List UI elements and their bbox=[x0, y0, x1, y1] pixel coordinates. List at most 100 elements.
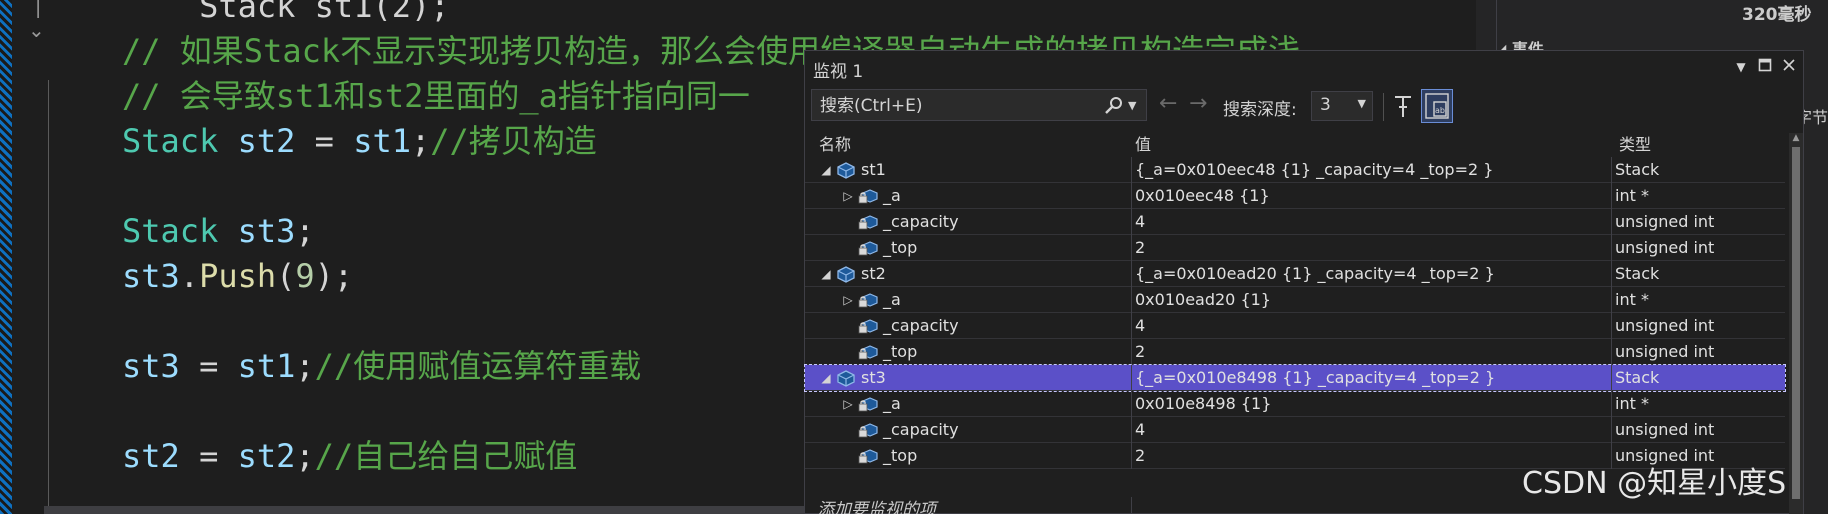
watch-value-cell[interactable]: 0x010e8498 {1} bbox=[1135, 391, 1611, 417]
expand-icon[interactable]: ▷ bbox=[841, 391, 855, 417]
horizontal-scrollbar[interactable] bbox=[44, 506, 804, 514]
watch-value-cell[interactable]: {_a=0x010ead20 {1} _capacity=4 _top=2 } bbox=[1135, 261, 1611, 287]
chevron-down-icon[interactable]: ▼ bbox=[1128, 94, 1144, 118]
watch-row[interactable]: _capacity 4 unsigned int bbox=[805, 209, 1785, 235]
private-field-icon bbox=[857, 394, 879, 414]
arrow-right-icon[interactable]: → bbox=[1189, 91, 1207, 116]
code-line[interactable]: // 会导致st1和st2里面的_a指针指向同一 bbox=[122, 76, 750, 116]
search-depth-select[interactable]: 3 ▼ bbox=[1311, 91, 1373, 121]
code-token: st1 bbox=[237, 347, 296, 385]
column-header-name[interactable]: 名称 bbox=[819, 133, 851, 157]
expand-icon[interactable]: ▷ bbox=[841, 183, 855, 209]
arrow-left-icon[interactable]: ← bbox=[1159, 91, 1177, 116]
column-header-value[interactable]: 值 bbox=[1135, 133, 1151, 157]
watch-row[interactable]: _top 2 unsigned int bbox=[805, 235, 1785, 261]
collapse-icon[interactable]: ◢ bbox=[819, 365, 833, 391]
watch-name-cell[interactable]: ▷ _a bbox=[805, 183, 1131, 209]
window-menu-button[interactable]: ▼ bbox=[1729, 55, 1753, 79]
watch-name-cell[interactable]: ◢ st2 bbox=[805, 261, 1131, 287]
watch-row[interactable]: ◢ st3 {_a=0x010e8498 {1} _capacity=4 _top=… bbox=[804, 364, 1786, 392]
vertical-scrollbar[interactable]: ▲ bbox=[1789, 133, 1803, 514]
search-input[interactable] bbox=[820, 94, 1090, 118]
code-token: Stack bbox=[122, 122, 219, 160]
scroll-thumb[interactable] bbox=[1792, 147, 1800, 499]
watch-name-cell[interactable]: _capacity bbox=[805, 209, 1131, 235]
watch-value-cell[interactable]: 4 bbox=[1135, 313, 1611, 339]
watch-name: st2 bbox=[861, 264, 886, 283]
hex-display-button[interactable]: ab bbox=[1421, 89, 1453, 123]
watch-value-cell[interactable]: 4 bbox=[1135, 417, 1611, 443]
watch-grid: 名称 值 类型 ◢ st1 {_a=0x010eec48 {1} _capacity… bbox=[804, 133, 1786, 514]
watch-value-cell[interactable]: 2 bbox=[1135, 339, 1611, 365]
watch-name-cell[interactable]: _capacity bbox=[805, 313, 1131, 339]
watch-name-cell[interactable]: _top bbox=[805, 443, 1131, 469]
watch-value-cell[interactable]: 0x010ead20 {1} bbox=[1135, 287, 1611, 313]
code-token: = bbox=[179, 437, 238, 475]
column-divider bbox=[1131, 391, 1132, 417]
search-depth-value: 3 bbox=[1320, 95, 1331, 115]
watch-name-cell[interactable]: ▷ _a bbox=[805, 287, 1131, 313]
code-token: //拷贝构造 bbox=[430, 122, 597, 160]
pin-icon[interactable] bbox=[1391, 93, 1415, 121]
watch-type-cell: unsigned int bbox=[1615, 212, 1715, 231]
code-line[interactable]: Stack st3; bbox=[122, 211, 315, 251]
watch-value-cell[interactable]: {_a=0x010e8498 {1} _capacity=4 _top=2 } bbox=[1135, 365, 1611, 391]
code-token: st2 bbox=[237, 437, 296, 475]
close-button[interactable] bbox=[1777, 55, 1801, 79]
code-token: st1 bbox=[353, 122, 411, 160]
watch-row[interactable]: ▷ _a 0x010e8498 {1} int * bbox=[805, 391, 1785, 417]
expand-icon[interactable]: ▷ bbox=[841, 287, 855, 313]
code-line[interactable]: st2 = st2;//自己给自己赋值 bbox=[122, 436, 577, 476]
collapse-icon[interactable]: ◢ bbox=[819, 157, 833, 183]
watch-row[interactable]: ▷ _a 0x010ead20 {1} int * bbox=[805, 287, 1785, 313]
column-divider bbox=[1131, 339, 1132, 365]
svg-text:ab: ab bbox=[1435, 106, 1445, 115]
watch-type-cell: unsigned int bbox=[1615, 316, 1715, 335]
watch-name-cell[interactable]: ◢ st1 bbox=[805, 157, 1131, 183]
maximize-button[interactable] bbox=[1753, 55, 1777, 79]
watch-name-cell[interactable]: ◢ st3 bbox=[805, 365, 1131, 391]
code-line[interactable]: st3.Push(9); bbox=[122, 256, 353, 296]
column-divider bbox=[1131, 365, 1132, 391]
watch-row[interactable]: _capacity 4 unsigned int bbox=[805, 417, 1785, 443]
watch-name-cell[interactable]: _top bbox=[805, 235, 1131, 261]
column-divider bbox=[1611, 287, 1612, 313]
scroll-up-icon[interactable]: ▲ bbox=[1790, 133, 1802, 143]
search-icon[interactable] bbox=[1102, 94, 1126, 118]
watch-row[interactable]: _capacity 4 unsigned int bbox=[805, 313, 1785, 339]
chevron-down-icon[interactable]: ⌄ bbox=[28, 18, 45, 42]
watch-value-cell[interactable]: 2 bbox=[1135, 235, 1611, 261]
watch-row[interactable]: ◢ st1 {_a=0x010eec48 {1} _capacity=4 _top=… bbox=[805, 157, 1785, 183]
code-token: ; bbox=[410, 122, 431, 160]
code-token: // 会导致st1和st2里面的_a指针指向同一 bbox=[122, 77, 750, 115]
private-field-icon bbox=[857, 420, 879, 440]
maximize-icon bbox=[1758, 58, 1772, 72]
search-box[interactable]: ▼ bbox=[811, 89, 1147, 121]
watch-name-cell[interactable]: _capacity bbox=[805, 417, 1131, 443]
object-icon bbox=[835, 160, 857, 180]
code-token: Stack bbox=[122, 212, 219, 250]
collapse-icon[interactable]: ◢ bbox=[819, 261, 833, 287]
watch-name-cell[interactable]: ▷ _a bbox=[805, 391, 1131, 417]
private-field-icon bbox=[857, 290, 879, 310]
private-field-icon bbox=[857, 212, 879, 232]
column-header-type[interactable]: 类型 bbox=[1619, 133, 1651, 157]
watch-row[interactable]: ▷ _a 0x010eec48 {1} int * bbox=[805, 183, 1785, 209]
code-line[interactable]: Stack st2 = st1;//拷贝构造 bbox=[122, 121, 597, 161]
watch-row[interactable]: _top 2 unsigned int bbox=[805, 339, 1785, 365]
column-divider bbox=[1131, 209, 1132, 235]
private-field-icon bbox=[857, 316, 879, 336]
code-line[interactable]: st3 = st1;//使用赋值运算符重载 bbox=[122, 346, 641, 386]
watch-type-cell: Stack bbox=[1615, 160, 1660, 179]
code-line[interactable]: Stack st1(2); bbox=[122, 0, 449, 26]
watch-value-cell[interactable]: 4 bbox=[1135, 209, 1611, 235]
watch-name-cell[interactable]: _top bbox=[805, 339, 1131, 365]
breakpoint-margin[interactable] bbox=[0, 0, 12, 514]
watch-value-cell[interactable]: {_a=0x010eec48 {1} _capacity=4 _top=2 } bbox=[1135, 157, 1611, 183]
watch-value-cell[interactable]: 0x010eec48 {1} bbox=[1135, 183, 1611, 209]
watch-type-cell: int * bbox=[1615, 290, 1649, 309]
watch-row[interactable]: ◢ st2 {_a=0x010ead20 {1} _capacity=4 _top=… bbox=[805, 261, 1785, 287]
watch-title-bar[interactable]: 监视 1 ▼ bbox=[805, 51, 1803, 85]
column-divider bbox=[1611, 157, 1612, 183]
